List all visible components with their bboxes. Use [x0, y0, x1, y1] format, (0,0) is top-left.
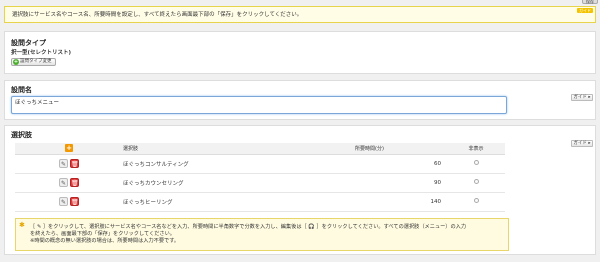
- question-type-title: 設問タイプ: [11, 39, 46, 47]
- hidden-radio[interactable]: [473, 160, 479, 165]
- edit-pencil-icon[interactable]: ✎: [59, 178, 68, 187]
- table-row: ✎ 🗑 ほぐっちコンサルティング 60: [15, 154, 505, 174]
- question-type-panel: 設問タイプ 択一型(セレクトリスト) + 設問タイプ変更: [4, 31, 596, 74]
- choice-duration: 90: [355, 173, 447, 193]
- delete-trash-icon[interactable]: 🗑: [70, 178, 79, 187]
- lightbulb-icon: ✱: [19, 221, 25, 229]
- edit-pencil-icon[interactable]: ✎: [59, 159, 68, 168]
- notice-guide-tag[interactable]: ガイド: [577, 8, 593, 13]
- help-line-2: を終えたら、画面最下部の「保存」をクリックしてください。: [30, 231, 175, 237]
- hidden-radio-cell: [447, 173, 505, 193]
- question-name-input[interactable]: ほぐっちメニュー: [11, 96, 507, 114]
- notice-text: 選択肢にサービス名やコース名、所要時間を設定し、すべて終えたら画面最下部の「保存…: [12, 12, 303, 18]
- delete-trash-icon[interactable]: 🗑: [70, 159, 79, 168]
- row-actions: ✎ 🗑: [15, 192, 123, 212]
- question-name-title: 設問名: [11, 86, 32, 94]
- choice-name: ほぐっちヒーリング: [123, 192, 355, 212]
- edit-pencil-icon[interactable]: ✎: [59, 197, 68, 206]
- row-actions: ✎ 🗑: [15, 173, 123, 193]
- table-header-row: + 選択肢 所要時間(分) 非表示: [15, 143, 505, 155]
- help-line-1: ［ ✎ ］をクリックして、選択肢にサービス名やコース名などを入力、所要時間に半角…: [30, 224, 467, 230]
- choice-name: ほぐっちコンサルティング: [123, 154, 355, 174]
- question-name-panel: 設問名 ほぐっちメニュー ガイド ▸: [4, 80, 596, 120]
- table-row: ✎ 🗑 ほぐっちカウンセリング 90: [15, 173, 505, 193]
- choices-title: 選択肢: [11, 131, 32, 139]
- help-line-3: ※時間の概念の無い選択肢の場合は、所要時間は入力不要です。: [30, 238, 180, 244]
- hidden-radio-cell: [447, 154, 505, 174]
- hidden-radio[interactable]: [473, 198, 479, 203]
- hidden-radio-cell: [447, 192, 505, 212]
- choice-duration: 140: [355, 192, 447, 212]
- change-question-type-label: 設問タイプ変更: [20, 59, 52, 64]
- hidden-radio[interactable]: [473, 179, 479, 184]
- question-name-guide-button[interactable]: ガイド ▸: [571, 94, 593, 101]
- duration-column-header: 所要時間(分): [355, 143, 447, 155]
- row-actions: ✎ 🗑: [15, 154, 123, 174]
- choice-column-header: 選択肢: [123, 143, 355, 155]
- choice-duration: 60: [355, 154, 447, 174]
- add-column-header: +: [15, 143, 123, 155]
- choice-name: ほぐっちカウンセリング: [123, 173, 355, 193]
- choices-table: + 選択肢 所要時間(分) 非表示 ✎ 🗑 ほぐっちコンサルティング 60 ✎ 🗑: [15, 143, 505, 212]
- table-row: ✎ 🗑 ほぐっちヒーリング 140: [15, 192, 505, 212]
- choices-panel: 選択肢 ガイド ▸ + 選択肢 所要時間(分) 非表示 ✎ 🗑 ほぐっちコンサルテ…: [4, 125, 596, 255]
- delete-trash-icon[interactable]: 🗑: [70, 197, 79, 206]
- change-question-type-button[interactable]: + 設問タイプ変更: [11, 58, 56, 66]
- top-save-button[interactable]: 保存: [582, 0, 598, 4]
- hidden-column-header: 非表示: [447, 143, 505, 155]
- question-type-value: 択一型(セレクトリスト): [11, 50, 72, 56]
- plus-icon: +: [13, 59, 19, 65]
- choices-guide-button[interactable]: ガイド ▸: [571, 140, 593, 147]
- help-box: ✱ ［ ✎ ］をクリックして、選択肢にサービス名やコース名などを入力、所要時間に…: [15, 218, 509, 251]
- add-choice-icon[interactable]: +: [65, 144, 73, 153]
- notice-bar: 選択肢にサービス名やコース名、所要時間を設定し、すべて終えたら画面最下部の「保存…: [4, 6, 596, 23]
